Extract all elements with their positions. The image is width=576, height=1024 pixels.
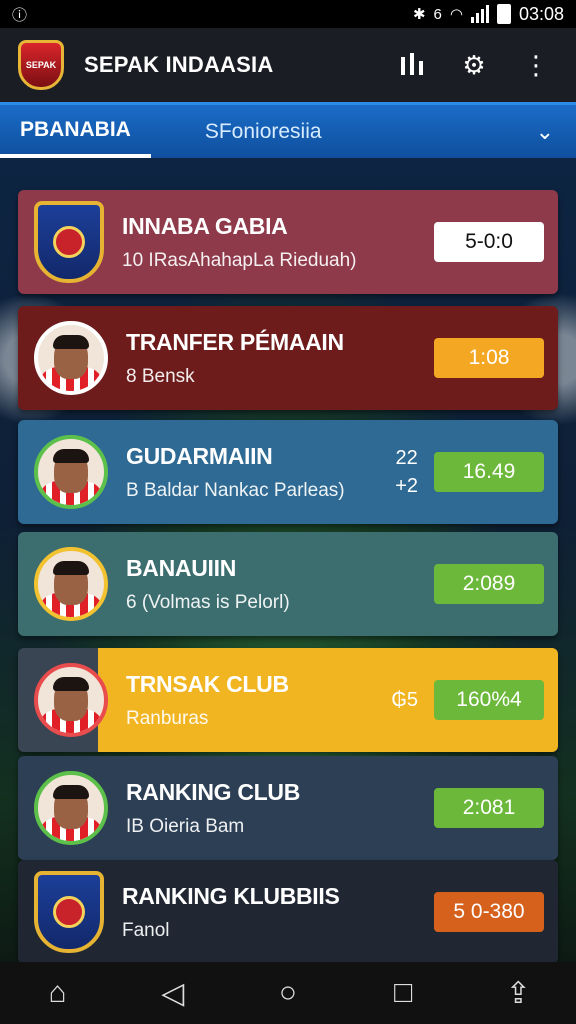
status-left: ⓘ (12, 4, 413, 25)
list-card[interactable]: TRANFER PÉMAAIN 8 Bensk 1:08 (18, 306, 558, 410)
recents-icon[interactable]: □ (373, 968, 433, 1018)
network-type: 6 (433, 5, 442, 23)
status-right: ✱ 6 ◠ 03:08 (413, 4, 564, 25)
side-value-top: 22 (395, 447, 418, 469)
player-avatar-icon (34, 663, 108, 737)
status-bar: ⓘ ✱ 6 ◠ 03:08 (0, 0, 576, 28)
battery-icon (496, 4, 511, 24)
back-icon[interactable]: ◁ (143, 968, 203, 1018)
tab-bar: PBANABIA SFonioresiia ⌄ (0, 102, 576, 158)
side-value: ₲5 (391, 686, 418, 714)
bluetooth-icon: ✱ (412, 6, 426, 23)
system-nav-bar: ⌂ ◁ ○ □ ⇪ (0, 962, 576, 1024)
team-crest-icon (34, 871, 104, 953)
status-time: 03:08 (518, 3, 564, 24)
tab-pbanabia[interactable]: PBANABIA (0, 105, 151, 158)
score-badge[interactable]: 5-0:0 (434, 222, 544, 262)
list-card[interactable]: TRNSAK CLUB Ranburas ₲5 160%4 (18, 648, 558, 752)
player-avatar-icon (34, 771, 108, 845)
chevron-down-icon[interactable]: ⌄ (536, 119, 554, 145)
list-card[interactable]: BANAUIIN 6 (Volmas is Pelorl) 2:089 (18, 532, 558, 636)
app-header: SEPAK SEPAK INDAASIA ⚙ ⋮ (0, 28, 576, 102)
club-logo-icon: SEPAK (18, 40, 64, 90)
wifi-icon: ◠ (449, 6, 463, 23)
signal-icon (470, 5, 489, 23)
stats-icon[interactable] (390, 43, 434, 87)
side-value: 22 +2 (395, 444, 418, 500)
score-badge[interactable]: 160%4 (434, 680, 544, 720)
tab-sfonioresiia[interactable]: SFonioresiia (185, 105, 342, 158)
team-crest-icon (34, 201, 104, 283)
list-card[interactable]: RANKING KLUBBIIS Fanol 5 0-380 (18, 860, 558, 962)
list-card[interactable]: GUDARMAIIN B Baldar Nankac Parleas) 22 +2 16… (18, 420, 558, 524)
player-avatar-icon (34, 547, 108, 621)
share-icon[interactable]: ⇪ (488, 968, 548, 1018)
info-icon: ⓘ (12, 6, 28, 24)
logo-text: SEPAK (25, 60, 57, 70)
player-avatar-icon (34, 321, 108, 395)
score-badge[interactable]: 2:081 (434, 788, 544, 828)
app-title: SEPAK INDAASIA (84, 52, 274, 77)
side-value-bottom: +2 (395, 475, 418, 497)
card-list: INNABA GABIA 10 IRasAhahapLa Rieduah) 5-0:… (0, 158, 576, 962)
side-value-top: ₲5 (391, 689, 418, 711)
list-card[interactable]: INNABA GABIA 10 IRasAhahapLa Rieduah) 5-0:… (18, 190, 558, 294)
score-badge[interactable]: 2:089 (434, 564, 544, 604)
more-options-icon[interactable]: ⋮ (514, 43, 558, 87)
score-badge[interactable]: 1:08 (434, 338, 544, 378)
score-badge[interactable]: 5 0-380 (434, 892, 544, 932)
player-avatar-icon (34, 435, 108, 509)
home-circle-icon[interactable]: ○ (258, 968, 318, 1018)
list-card[interactable]: RANKING CLUB IB Oieria Bam 2:081 (18, 756, 558, 860)
settings-gear-icon[interactable]: ⚙ (452, 43, 496, 87)
home-icon[interactable]: ⌂ (28, 968, 88, 1018)
score-badge[interactable]: 16.49 (434, 452, 544, 492)
